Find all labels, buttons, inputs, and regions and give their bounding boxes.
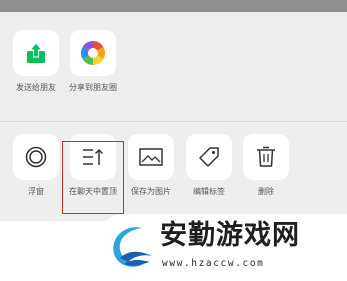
share-to-moments-action[interactable]: 分享到朋友圈 [63, 30, 123, 93]
image-icon [139, 148, 163, 166]
edit-tag-label: 编辑标签 [193, 187, 225, 196]
send-to-friend-label: 发送给朋友 [16, 83, 56, 92]
float-window-circle-icon [25, 146, 47, 168]
tag-icon [199, 147, 219, 167]
moments-aperture-icon [80, 40, 106, 65]
site-logo-icon [108, 222, 156, 270]
share-to-moments-label: 分享到朋友圈 [69, 83, 117, 92]
save-as-image-tile[interactable] [128, 134, 174, 180]
float-window-label: 浮窗 [28, 187, 44, 196]
watermark-url: www.hzaccw.com [162, 258, 265, 269]
share-to-moments-tile[interactable] [70, 30, 116, 76]
section-divider [0, 121, 347, 122]
share-row: 发送给朋友 分享到朋友圈 [0, 30, 347, 110]
pin-highlight-box [62, 141, 124, 214]
trash-icon [257, 146, 275, 167]
save-as-image-action[interactable]: 保存为图片 [121, 134, 181, 197]
save-as-image-label: 保存为图片 [131, 187, 171, 196]
delete-action[interactable]: 删除 [236, 134, 296, 197]
edit-tag-action[interactable]: 编辑标签 [179, 134, 239, 197]
watermark-title: 安勤游戏网 [160, 220, 300, 251]
edit-tag-tile[interactable] [186, 134, 232, 180]
float-window-action[interactable]: 浮窗 [6, 134, 66, 197]
send-to-friend-action[interactable]: 发送给朋友 [6, 30, 66, 93]
send-to-friend-tile[interactable] [13, 30, 59, 76]
dimmed-background [0, 0, 347, 12]
float-window-tile[interactable] [13, 134, 59, 180]
action-row: 浮窗 在聊天中置顶 保存为图片 编辑标签 删除 [0, 134, 347, 204]
delete-label: 删除 [258, 187, 274, 196]
share-up-arrow-icon [27, 42, 45, 63]
site-watermark: 安勤游戏网 www.hzaccw.com [98, 214, 347, 281]
delete-tile[interactable] [243, 134, 289, 180]
